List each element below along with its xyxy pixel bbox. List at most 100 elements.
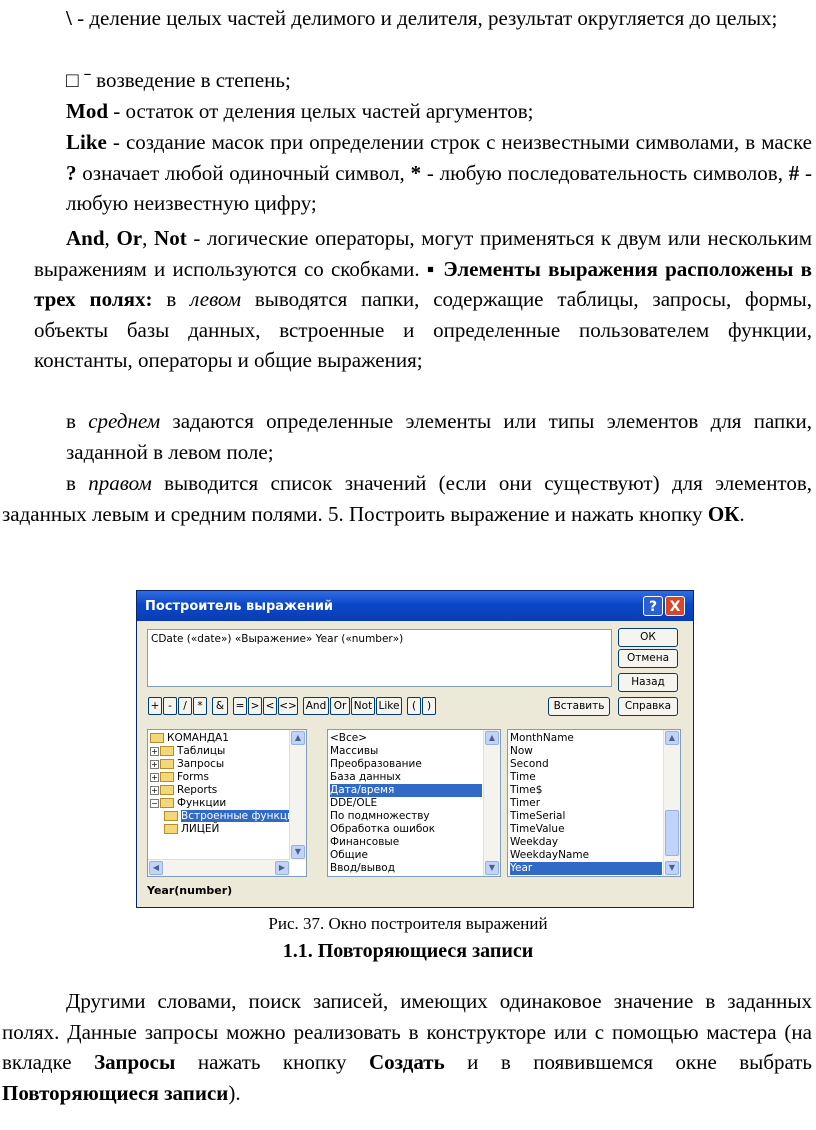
list-item[interactable]: WeekdayName	[510, 849, 662, 862]
not-keyword: Not	[154, 226, 187, 250]
expand-icon[interactable]: +	[150, 759, 159, 769]
operator-button[interactable]: Like	[376, 697, 402, 715]
collapse-icon[interactable]: −	[150, 798, 159, 808]
help-icon[interactable]: ?	[643, 596, 663, 616]
mod-keyword: Mod	[66, 99, 108, 123]
scroll-up-icon[interactable]: ▲	[665, 731, 679, 745]
list-item[interactable]: Time	[510, 771, 662, 784]
list-item[interactable]: Массивы	[330, 745, 482, 758]
operator-button[interactable]: <>	[278, 697, 298, 715]
figure-caption: Рис. 37. Окно построителя выражений	[268, 914, 548, 933]
scroll-up-icon[interactable]: ▲	[291, 731, 305, 745]
expression-input[interactable]: CDate («date») «Выражение» Year («number…	[147, 629, 612, 687]
ok-button[interactable]: ОК	[618, 628, 678, 647]
value-list-scrollbar[interactable]: ▲ ▼	[663, 730, 680, 876]
backslash-description: - деление целых частей делимого и делите…	[71, 6, 778, 30]
power-symbol: □	[66, 68, 79, 92]
operator-button[interactable]: <	[263, 697, 277, 715]
operator-button[interactable]: )	[422, 697, 436, 715]
operator-button[interactable]: Or	[330, 697, 350, 715]
list-item[interactable]: TimeSerial	[510, 810, 662, 823]
operator-button[interactable]: /	[178, 697, 192, 715]
close-icon[interactable]: X	[665, 596, 685, 616]
tree-item[interactable]: + Forms	[150, 771, 288, 784]
operator-button[interactable]: &	[212, 697, 228, 715]
operator-button[interactable]: Not	[351, 697, 375, 715]
tree-item[interactable]: Встроенные функции	[150, 810, 301, 823]
expand-icon[interactable]: +	[150, 746, 159, 756]
list-item[interactable]: Финансовые	[330, 836, 482, 849]
hash-symbol: #	[788, 160, 800, 185]
operator-button[interactable]: -	[163, 697, 177, 715]
bullet-icon: ▪	[426, 256, 437, 281]
insert-button[interactable]: Вставить	[548, 697, 610, 716]
paragraph-right: в правом выводится список значений (если…	[2, 468, 812, 529]
list-item[interactable]: По подмножеству	[330, 810, 482, 823]
scroll-thumb[interactable]	[665, 810, 679, 856]
tree-item[interactable]: + Reports	[150, 784, 288, 797]
question-symbol: ?	[66, 160, 77, 185]
category-list[interactable]: <Все> Массивы Преобразование База данных Дат…	[327, 729, 501, 877]
cancel-button[interactable]: Отмена	[618, 649, 678, 668]
tree-item-label: Запросы	[177, 758, 225, 770]
middle-word: среднем	[88, 409, 161, 433]
list-item[interactable]: Time$	[510, 784, 662, 797]
tree-item[interactable]: КОМАНДА1	[150, 732, 288, 745]
operator-button[interactable]: (	[407, 697, 421, 715]
back-button[interactable]: Назад	[618, 673, 678, 692]
operator-button[interactable]: >	[248, 697, 262, 715]
scroll-down-icon[interactable]: ▼	[665, 861, 679, 875]
tree-item-label: Reports	[177, 784, 218, 796]
folder-icon	[160, 785, 174, 795]
dup-text-end: ).	[228, 1080, 241, 1105]
list-item[interactable]: Дата/время	[330, 784, 482, 797]
operator-button[interactable]: =	[233, 697, 247, 715]
dialog-title: Построитель выражений	[145, 599, 334, 614]
scroll-up-icon[interactable]: ▲	[485, 731, 499, 745]
create-word: Создать	[368, 1050, 445, 1074]
list-item[interactable]: Ввод/вывод	[330, 862, 482, 875]
list-item[interactable]: Timer	[510, 797, 662, 810]
operator-button[interactable]: +	[148, 697, 162, 715]
tree-item[interactable]: ЛИЦЕЙ	[150, 823, 288, 836]
scroll-right-icon[interactable]: ▶	[275, 861, 289, 875]
folder-tree-hscrollbar[interactable]: ◀ ▶	[148, 859, 290, 876]
section-heading: 1.1. Повторяющиеся записи	[282, 940, 534, 962]
paragraph-backslash: \ - деление целых частей делимого и дели…	[66, 3, 812, 34]
paragraph-like: Like - создание масок при определении ст…	[66, 127, 812, 219]
paragraph-middle: в среднем задаются определенные элементы…	[66, 406, 812, 467]
scroll-down-icon[interactable]: ▼	[485, 861, 499, 875]
list-item[interactable]: TimeValue	[510, 823, 662, 836]
tree-item-label: Встроенные функции	[181, 810, 301, 822]
list-item[interactable]: Now	[510, 745, 662, 758]
help-button[interactable]: Справка	[618, 697, 678, 716]
list-item[interactable]: DDE/OLE	[330, 797, 482, 810]
value-list[interactable]: MonthName Now Second Time Time$ Timer TimeSeri…	[507, 729, 681, 877]
tree-item[interactable]: + Таблицы	[150, 745, 288, 758]
tree-item[interactable]: + Запросы	[150, 758, 288, 771]
expand-icon[interactable]: +	[150, 785, 159, 795]
paragraph-logical: And, Or, Not - логические операторы, мог…	[34, 223, 812, 376]
category-list-scrollbar[interactable]: ▲ ▼	[483, 730, 500, 876]
list-item[interactable]: База данных	[330, 771, 482, 784]
expand-icon[interactable]: +	[150, 772, 159, 782]
scroll-down-icon[interactable]: ▼	[291, 845, 305, 859]
list-item[interactable]: Обработка ошибок	[330, 823, 482, 836]
list-item[interactable]: Second	[510, 758, 662, 771]
folder-tree[interactable]: КОМАНДА1 + Таблицы + Запросы + Forms + Reports − Ф…	[147, 729, 307, 877]
operator-button[interactable]: *	[193, 697, 207, 715]
operator-button[interactable]: And	[303, 697, 329, 715]
folder-tree-scrollbar[interactable]: ▲ ▼	[289, 730, 306, 860]
list-item[interactable]: <Все>	[330, 732, 482, 745]
power-description: ˉ возведение в степень;	[78, 68, 291, 92]
tree-item[interactable]: − Функции	[150, 797, 288, 810]
list-item[interactable]: Year	[510, 862, 662, 875]
paragraph-power: □ ˉ возведение в степень;	[66, 65, 812, 96]
list-item[interactable]: Weekday	[510, 836, 662, 849]
list-item[interactable]: Общие	[330, 849, 482, 862]
list-item[interactable]: MonthName	[510, 732, 662, 745]
sep-1: ,	[104, 226, 117, 250]
like-text-a: - создание масок при определении строк с…	[106, 130, 812, 154]
scroll-left-icon[interactable]: ◀	[149, 861, 163, 875]
list-item[interactable]: Преобразование	[330, 758, 482, 771]
